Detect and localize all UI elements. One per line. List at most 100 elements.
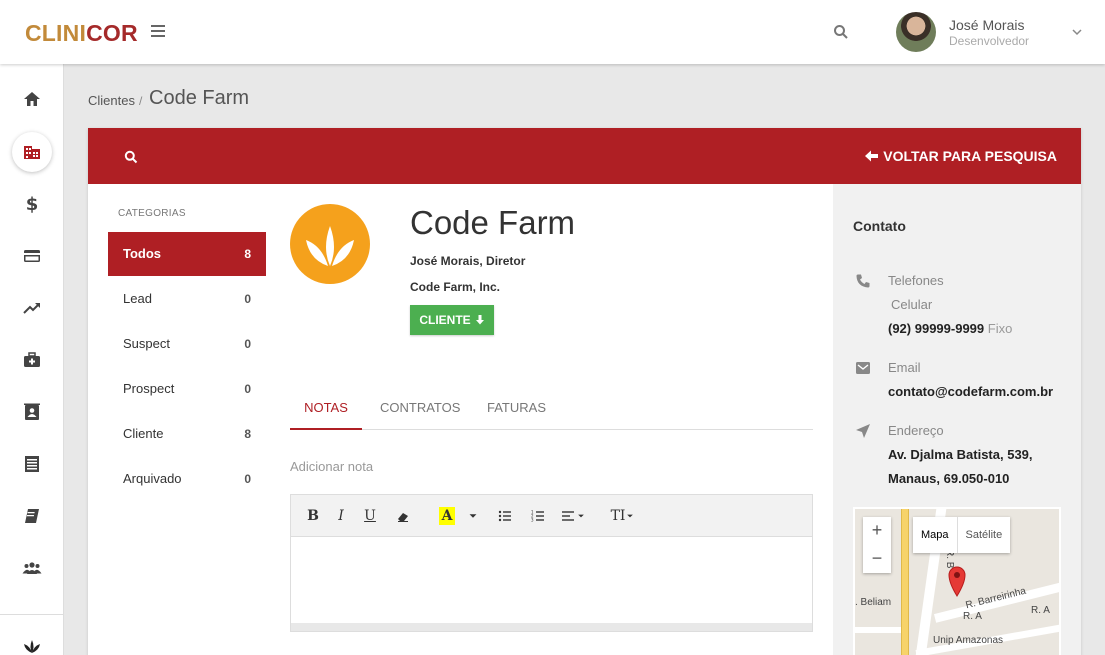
sidebar-item-finance[interactable]: $ [12,184,52,224]
editor-toolbar: B I U A 123 TI [291,495,812,537]
client-status-button[interactable]: CLIENTE [410,305,494,335]
category-label: Cliente [123,426,164,441]
underline-button[interactable]: U [362,507,378,525]
add-note-label[interactable]: Adicionar nota [290,459,373,474]
logo-part-1: CLINI [25,20,87,46]
align-left-icon [562,511,574,521]
top-bar: CLINICOR José Morais Desenvolvedor [0,0,1105,64]
breadcrumb-clients-link[interactable]: Clientes [88,93,135,108]
category-count: 0 [244,337,251,351]
phone-label: Telefones [888,273,944,288]
client-logo [290,204,370,284]
email-label: Email [888,360,921,375]
zoom-in-button[interactable]: + [863,517,891,545]
chevron-down-icon[interactable] [1071,26,1083,38]
contact-title: Contato [853,218,906,234]
sidebar-item-reports[interactable] [12,288,52,328]
sidebar-item-home[interactable] [12,79,52,119]
text-size-label: TI [610,508,626,524]
sidebar-item-contacts[interactable] [12,392,52,432]
sidebar-item-team[interactable] [12,548,52,588]
group-icon [22,562,42,574]
map[interactable]: R. B R. Barreirinha R. A R. A . Beliam U… [853,507,1061,655]
map-street-label: R. A [1031,605,1050,616]
map-avenue [901,509,909,655]
building-icon [24,146,40,159]
category-cliente[interactable]: Cliente 8 [108,412,266,456]
ordered-list-icon: 123 [531,510,544,523]
map-street-label: R. A [963,611,982,622]
category-suspect[interactable]: Suspect 0 [108,322,266,366]
bold-button[interactable]: B [305,507,321,525]
hamburger-menu-icon[interactable] [151,25,165,39]
note-text-area[interactable] [291,537,812,623]
sidebar-item-payments[interactable] [12,236,52,276]
phone-icon [856,274,870,288]
status-label: CLIENTE [419,313,471,327]
search-icon[interactable] [124,150,138,164]
category-label: Todos [123,246,162,261]
text-color-dropdown[interactable] [467,507,479,525]
category-prospect[interactable]: Prospect 0 [108,367,266,411]
user-name: José Morais [949,17,1025,33]
sidebar-item-medical[interactable] [12,340,52,380]
category-count: 0 [244,382,251,396]
category-label: Prospect [123,381,175,396]
sidebar-item-brand[interactable] [12,625,52,655]
trending-up-icon [23,303,40,314]
align-dropdown[interactable] [561,507,587,525]
tab-faturas[interactable]: FATURAS [487,394,546,430]
caret-down-icon [469,514,477,518]
note-editor: B I U A 123 TI [290,494,813,632]
app-logo[interactable]: CLINICOR [25,20,138,47]
page-title: Code Farm [149,87,250,109]
ordered-list-button[interactable]: 123 [530,507,546,525]
back-to-search-button[interactable]: VOLTAR PARA PESQUISA [865,148,1057,164]
sidebar-item-invoices[interactable] [12,444,52,484]
bullet-list-button[interactable] [497,507,513,525]
home-icon [24,92,40,106]
caret-down-icon [627,514,634,518]
location-arrow-icon [856,424,870,438]
card-header: VOLTAR PARA PESQUISA [88,128,1081,184]
email-value[interactable]: contato@codefarm.com.br [888,384,1053,399]
eraser-icon [398,513,408,522]
svg-text:$: $ [26,194,39,214]
email-icon [856,362,870,374]
map-place-label: Unip Amazonas [933,635,1004,646]
tab-contratos[interactable]: CONTRATOS [380,394,460,430]
back-to-search-label: VOLTAR PARA PESQUISA [883,148,1057,164]
sidebar-item-library[interactable] [12,496,52,536]
category-label: Suspect [123,336,170,351]
editor-resize-bar[interactable] [291,623,812,631]
map-pin-icon[interactable] [947,565,967,597]
contact-panel: Contato Telefones Celular (92) 99999-999… [833,184,1081,655]
user-role: Desenvolvedor [949,34,1030,48]
phone-number[interactable]: (92) 99999-9999 [888,321,984,336]
address-label: Endereço [888,423,944,438]
zoom-out-button[interactable]: − [863,545,891,573]
italic-button[interactable]: I [333,507,349,525]
credit-card-icon [24,250,40,262]
category-count: 8 [244,247,251,261]
search-icon[interactable] [833,24,849,40]
map-type-control: Mapa Satélite [913,517,1011,553]
text-size-dropdown[interactable]: TI [609,507,637,525]
category-todos[interactable]: Todos 8 [108,232,266,276]
tab-notas[interactable]: NOTAS [290,394,362,430]
text-color-button[interactable]: A [439,507,455,525]
category-count: 8 [244,427,251,441]
map-type-map-button[interactable]: Mapa [913,517,958,553]
client-name: Code Farm [410,204,576,241]
arrow-down-icon [475,315,484,325]
map-type-satellite-button[interactable]: Satélite [958,517,1011,553]
sidebar-item-clients[interactable] [12,132,52,172]
clear-format-button[interactable] [395,507,411,525]
leaf-logo-icon [24,640,40,653]
category-count: 0 [244,472,251,486]
client-card: VOLTAR PARA PESQUISA CATEGORIAS Todos 8 … [88,128,1081,655]
category-lead[interactable]: Lead 0 [108,277,266,321]
avatar[interactable] [896,12,936,52]
category-arquivado[interactable]: Arquivado 0 [108,457,266,501]
svg-text:3: 3 [531,518,534,523]
